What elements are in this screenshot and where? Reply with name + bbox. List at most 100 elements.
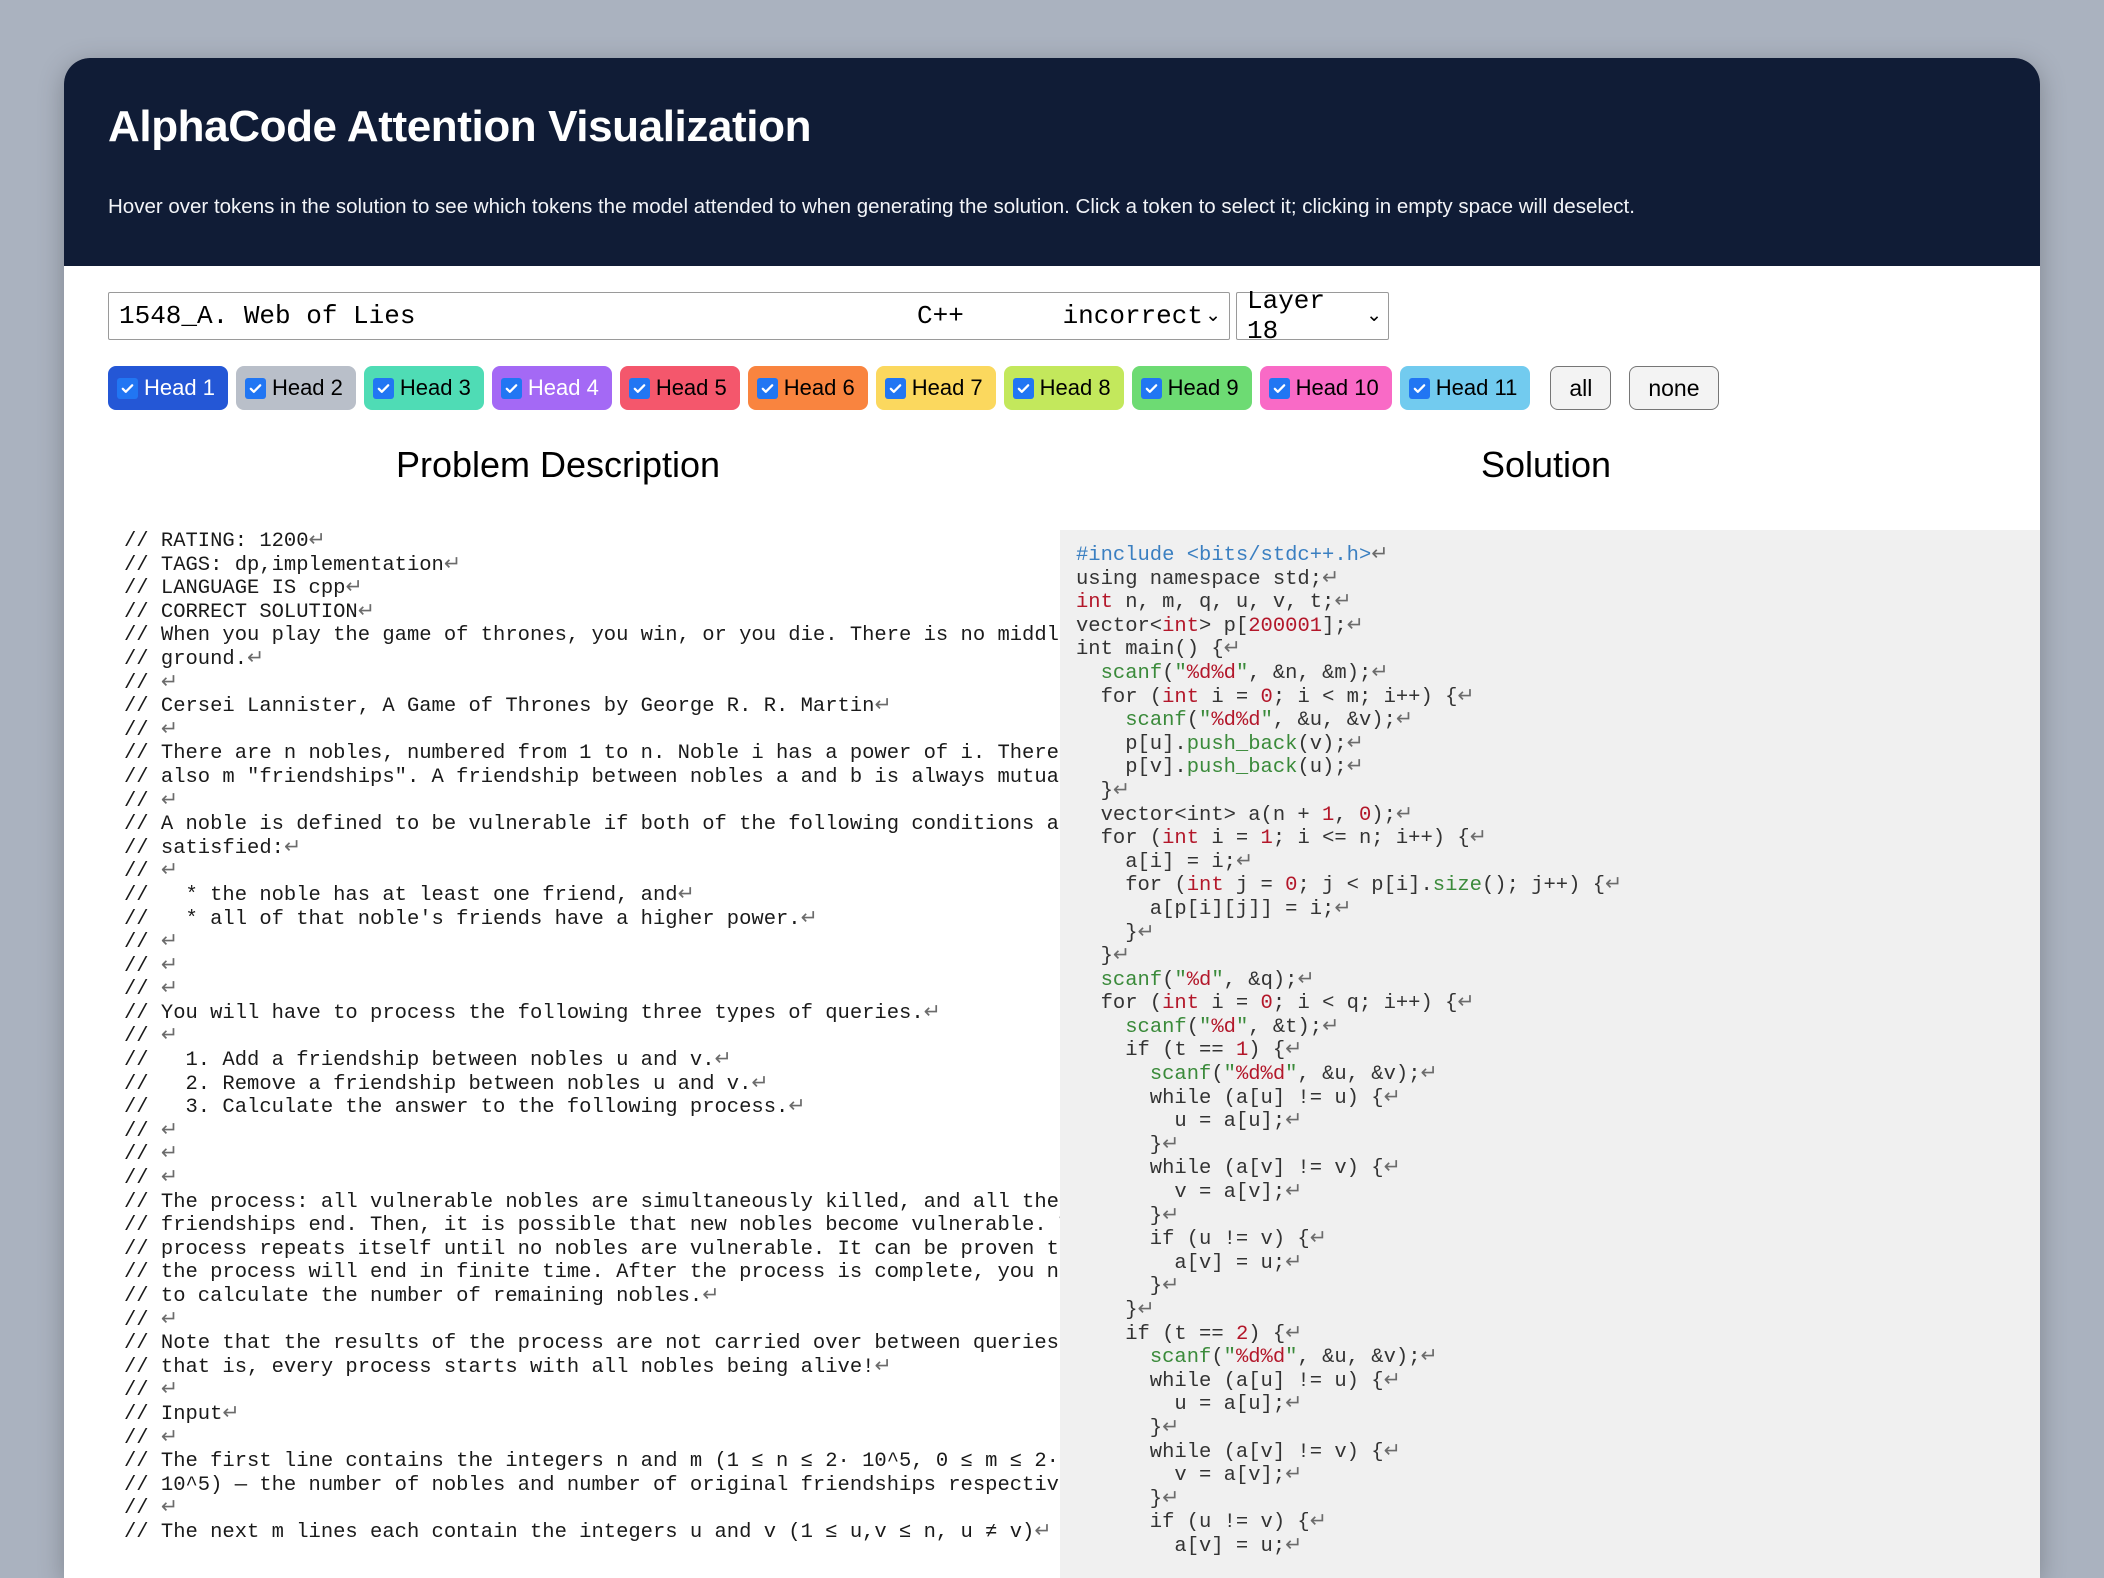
problem-line[interactable]: // ↵	[124, 978, 1052, 1002]
solution-code-text[interactable]: #include <bits/stdc++.h>↵ using namespace…	[1076, 544, 2040, 1559]
solution-line[interactable]: for (int i = 0; i < q; i++) {↵	[1076, 992, 2040, 1016]
solution-line[interactable]: vector<int> p[200001];↵	[1076, 615, 2040, 639]
code-token[interactable]: , &q);	[1224, 969, 1298, 992]
solution-line[interactable]: using namespace std;↵	[1076, 568, 2040, 592]
code-token[interactable]: 200001	[1248, 615, 1322, 638]
code-token[interactable]: for (	[1076, 686, 1163, 709]
head-toggle-8[interactable]: Head 8	[1003, 366, 1124, 410]
problem-line[interactable]: // friendships end. Then, it is possible…	[124, 1214, 1113, 1238]
problem-line[interactable]: // process repeats itself until no noble…	[124, 1238, 1113, 1262]
problem-line[interactable]: // 1. Add a friendship between nobles u …	[124, 1049, 1052, 1073]
problem-line[interactable]: // ↵	[124, 1309, 1052, 1333]
solution-line[interactable]: scanf("%d%d", &u, &v);↵	[1076, 1346, 2040, 1370]
checkbox-checked-icon[interactable]	[884, 377, 906, 399]
code-token[interactable]: i =	[1199, 827, 1261, 850]
code-token[interactable]: j =	[1224, 874, 1286, 897]
code-token[interactable]: while (a[u] != u) {	[1076, 1087, 1384, 1110]
code-token[interactable]: "	[1199, 709, 1211, 732]
code-token[interactable]: "	[1236, 1016, 1248, 1039]
checkbox-checked-icon[interactable]	[117, 377, 138, 399]
select-no-heads-button[interactable]: none	[1629, 366, 1719, 410]
layer-select[interactable]: Layer 18 ⌄	[1236, 286, 1389, 346]
code-token[interactable]: for (	[1076, 827, 1163, 850]
code-token[interactable]: int	[1162, 686, 1199, 709]
solution-line[interactable]: a[i] = i;↵	[1076, 851, 2040, 875]
code-token[interactable]: a[v] = u;	[1076, 1535, 1285, 1558]
solution-line[interactable]: }↵	[1076, 945, 2040, 969]
solution-line[interactable]: if (u != v) {↵	[1076, 1511, 2040, 1535]
code-token[interactable]: > p[	[1199, 615, 1248, 638]
code-token[interactable]: "	[1199, 1016, 1211, 1039]
solution-line[interactable]: p[v].push_back(u);↵	[1076, 756, 2040, 780]
problem-line[interactable]: // ↵	[124, 1427, 1052, 1451]
solution-line[interactable]: v = a[v];↵	[1076, 1181, 2040, 1205]
code-token[interactable]: 0	[1285, 874, 1297, 897]
code-token[interactable]: int	[1187, 874, 1224, 897]
code-token[interactable]: int	[1076, 591, 1113, 614]
problem-line[interactable]: // ↵	[124, 790, 1052, 814]
code-token[interactable]: p[v].	[1076, 756, 1187, 779]
problem-line[interactable]: // The process: all vulnerable nobles ar…	[124, 1191, 1101, 1215]
solution-line[interactable]: }↵	[1076, 1134, 2040, 1158]
solution-line[interactable]: scanf("%d", &t);↵	[1076, 1016, 2040, 1040]
code-token[interactable]: }	[1076, 780, 1113, 803]
code-token[interactable]: 0	[1359, 804, 1371, 827]
code-token[interactable]	[1076, 1346, 1150, 1369]
code-token[interactable]: (	[1162, 969, 1174, 992]
solution-line[interactable]: int n, m, q, u, v, t;↵	[1076, 591, 2040, 615]
code-token[interactable]: 0	[1261, 992, 1273, 1015]
code-token[interactable]: ) {	[1248, 1323, 1285, 1346]
solution-line[interactable]: if (t == 2) {↵	[1076, 1323, 2040, 1347]
code-token[interactable]: while (a[v] != v) {	[1076, 1441, 1384, 1464]
checkbox-checked-icon[interactable]	[1408, 377, 1430, 399]
solution-line[interactable]: #include <bits/stdc++.h>↵	[1076, 544, 2040, 568]
code-token[interactable]: ) {	[1248, 1039, 1285, 1062]
code-token[interactable]: 1	[1236, 1039, 1248, 1062]
checkbox-checked-icon[interactable]	[372, 377, 394, 399]
code-token[interactable]: "	[1174, 662, 1186, 685]
code-token[interactable]: (	[1211, 1346, 1223, 1369]
solution-line[interactable]: }↵	[1076, 1488, 2040, 1512]
checkbox-checked-icon[interactable]	[628, 377, 650, 399]
code-token[interactable]: 0	[1261, 686, 1273, 709]
code-token[interactable]: ; i <= n; i++) {	[1273, 827, 1470, 850]
code-token[interactable]: int main() {	[1076, 638, 1224, 661]
problem-line[interactable]: // The first line contains the integers …	[124, 1450, 1076, 1474]
solution-line[interactable]: a[v] = u;↵	[1076, 1535, 2040, 1559]
code-token[interactable]: }	[1076, 1488, 1162, 1511]
problem-line[interactable]: // ↵	[124, 931, 1052, 955]
solution-line[interactable]: if (t == 1) {↵	[1076, 1039, 2040, 1063]
code-token[interactable]: (	[1187, 709, 1199, 732]
code-token[interactable]: if (u != v) {	[1076, 1511, 1310, 1534]
code-token[interactable]: %d%d	[1187, 662, 1236, 685]
solution-line[interactable]: a[v] = u;↵	[1076, 1252, 2040, 1276]
problem-line[interactable]: // Input↵	[124, 1403, 1052, 1427]
solution-line[interactable]: }↵	[1076, 922, 2040, 946]
problem-line[interactable]: // CORRECT SOLUTION↵	[124, 601, 1052, 625]
problem-line[interactable]: // The next m lines each contain the int…	[124, 1521, 1052, 1545]
head-toggle-1[interactable]: Head 1	[108, 366, 228, 410]
solution-line[interactable]: int main() {↵	[1076, 638, 2040, 662]
code-token[interactable]: scanf	[1101, 662, 1163, 685]
code-token[interactable]: "	[1224, 1346, 1236, 1369]
code-token[interactable]: 1	[1322, 804, 1334, 827]
code-token[interactable]: scanf	[1150, 1063, 1212, 1086]
solution-line[interactable]: while (a[v] != v) {↵	[1076, 1157, 2040, 1181]
code-token[interactable]: %d%d	[1236, 1346, 1285, 1369]
checkbox-checked-icon[interactable]	[1012, 377, 1034, 399]
problem-line[interactable]: // A noble is defined to be vulnerable i…	[124, 813, 1101, 837]
head-toggle-7[interactable]: Head 7	[875, 366, 996, 410]
solution-line[interactable]: while (a[v] != v) {↵	[1076, 1441, 2040, 1465]
code-token[interactable]: }	[1076, 922, 1137, 945]
code-token[interactable]: (	[1211, 1063, 1223, 1086]
solution-line[interactable]: u = a[u];↵	[1076, 1110, 2040, 1134]
code-token[interactable]: a[i] = i;	[1076, 851, 1236, 874]
code-token[interactable]: u = a[u];	[1076, 1110, 1285, 1133]
code-token[interactable]: }	[1076, 1205, 1162, 1228]
code-token[interactable]	[1076, 1016, 1125, 1039]
code-token[interactable]: n, m, q, u, v, t;	[1113, 591, 1334, 614]
code-token[interactable]: vector<	[1076, 615, 1162, 638]
code-token[interactable]: %d%d	[1236, 1063, 1285, 1086]
solution-line[interactable]: for (int i = 1; i <= n; i++) {↵	[1076, 827, 2040, 851]
problem-line[interactable]: // ↵	[124, 1120, 1052, 1144]
